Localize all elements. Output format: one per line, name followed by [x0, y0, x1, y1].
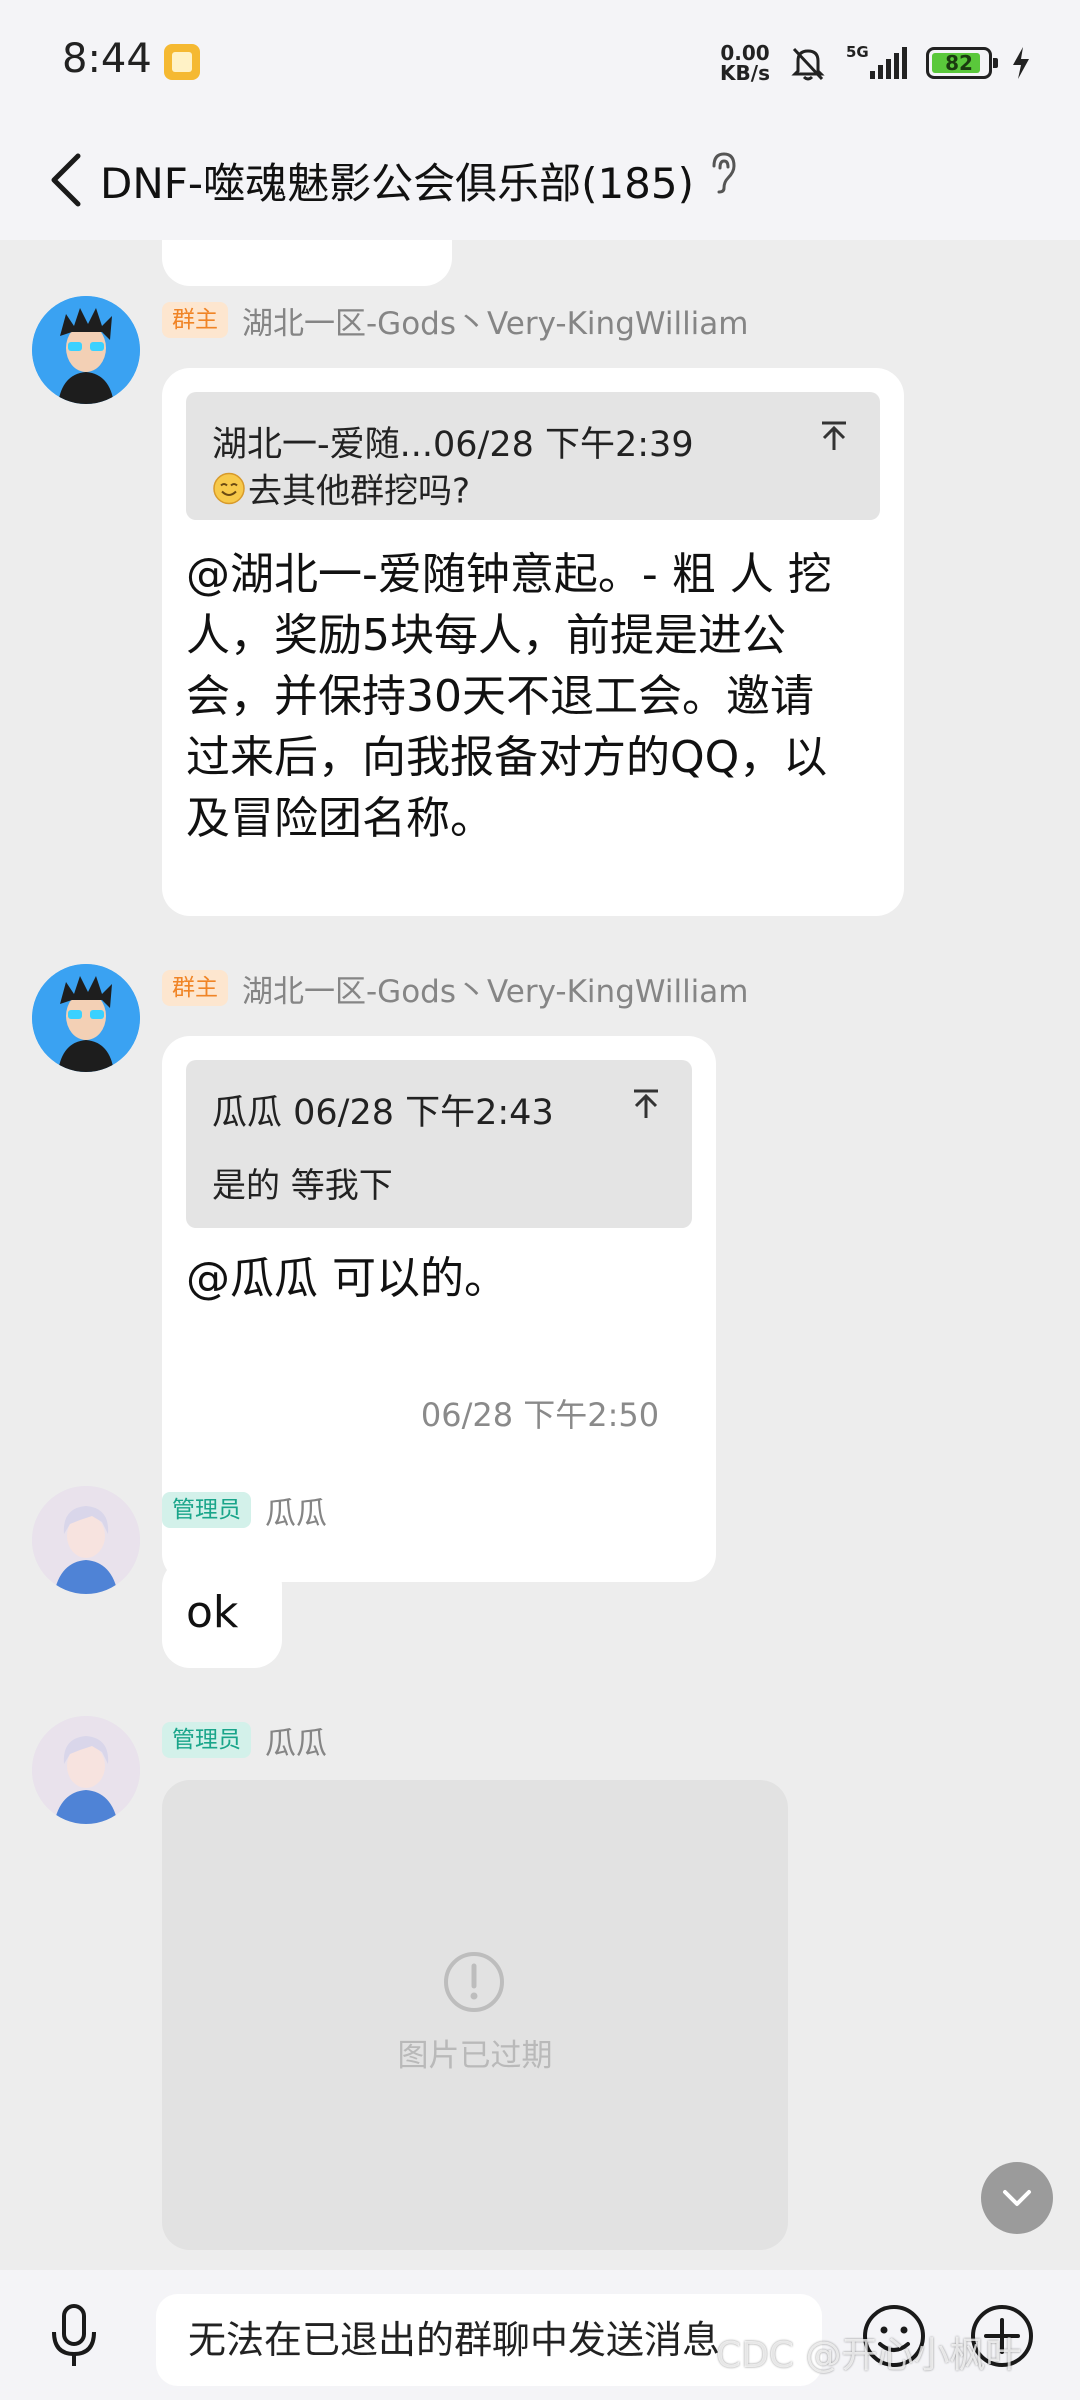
bell-muted-icon [788, 43, 828, 83]
message-text: @湖北一-爱随钟意起。- 粗 人 挖 人，奖励5块每人，前提是进公 会，并保持3… [186, 544, 886, 849]
net-speed-unit: KB/s [720, 61, 770, 85]
avatar[interactable] [32, 296, 140, 404]
signal-icon: 5G [846, 43, 908, 83]
message-line: @湖北一-爱随钟意起。- 粗 人 挖 [186, 549, 832, 600]
quote-header: 瓜瓜 06/28 下午2:43 [212, 1093, 554, 1133]
back-button[interactable] [36, 144, 96, 216]
alert-circle-icon [444, 1952, 504, 2012]
role-badge-admin: 管理员 [162, 1722, 251, 1758]
microphone-icon[interactable] [44, 2300, 104, 2376]
quote-body-text: 是的 等我下 [212, 1166, 393, 1206]
reply-quote[interactable]: 湖北一-爱随...06/28 下午2:39 去其他群挖吗? [186, 392, 880, 520]
sender-row: 群主 湖北一区-Gods丶Very-KingWilliam [162, 966, 749, 1011]
status-time: 8:44 [62, 36, 152, 82]
reply-quote[interactable]: 瓜瓜 06/28 下午2:43 是的 等我下 [186, 1060, 692, 1228]
status-bar: 8:44 0.00 KB/s 5G 82 [0, 0, 1080, 120]
notes-app-icon [164, 44, 200, 80]
scroll-to-bottom-button[interactable] [981, 2162, 1053, 2234]
net-speed-value: 0.00 [720, 41, 770, 65]
sender-name[interactable]: 瓜瓜 [265, 1488, 327, 1533]
sender-row: 管理员 瓜瓜 [162, 1488, 327, 1533]
earpiece-mode-icon[interactable] [706, 150, 742, 198]
quote-body-text: 去其他群挖吗? [248, 471, 471, 512]
message-bubble[interactable]: 湖北一-爱随...06/28 下午2:39 去其他群挖吗? @湖北一-爱随钟意起… [162, 368, 904, 916]
quote-body: 去其他群挖吗? [212, 464, 470, 513]
jump-to-original-icon[interactable] [628, 1086, 664, 1122]
quote-header: 湖北一-爱随...06/28 下午2:39 [212, 425, 694, 465]
quote-body: 是的 等我下 [212, 1158, 393, 1207]
message-line: 过来后，向我报备对方的QQ，以 [186, 732, 828, 783]
charging-icon [1010, 45, 1032, 81]
chevron-down-icon [1003, 2190, 1031, 2206]
expired-image[interactable]: 图片已过期 [162, 1780, 788, 2250]
watermark: CDC @开心小枫叶 [716, 2335, 1022, 2376]
jump-to-original-icon[interactable] [816, 418, 852, 454]
message-text: @瓜瓜 可以的。 [186, 1253, 508, 1304]
avatar[interactable] [32, 1486, 140, 1594]
timestamp: 06/28 下午2:50 [420, 1396, 660, 1434]
sender-name[interactable]: 湖北一区-Gods丶Very-KingWilliam [242, 966, 749, 1011]
role-badge-admin: 管理员 [162, 1492, 251, 1528]
role-badge-owner: 群主 [162, 970, 228, 1006]
battery-level: 82 [945, 51, 973, 75]
chat-header: DNF-噬魂魅影公会俱乐部(185) [0, 120, 1080, 240]
sender-name[interactable]: 湖北一区-Gods丶Very-KingWilliam [242, 298, 749, 343]
message-line: 人，奖励5块每人，前提是进公 [186, 610, 786, 661]
message-line: 及冒险团名称。 [186, 793, 494, 844]
net-speed: 0.00 KB/s [720, 43, 770, 83]
message-text: ok [186, 1587, 239, 1638]
status-indicators: 0.00 KB/s 5G 82 [720, 38, 1032, 88]
sender-row: 管理员 瓜瓜 [162, 1718, 327, 1763]
message-line: 会，并保持30天不退工会。邀请 [186, 671, 814, 722]
expired-image-label: 图片已过期 [397, 2038, 553, 2074]
sender-row: 群主 湖北一区-Gods丶Very-KingWilliam [162, 298, 749, 343]
chat-title[interactable]: DNF-噬魂魅影公会俱乐部(185) [100, 150, 694, 211]
chevron-left-icon [51, 153, 81, 207]
smile-emoji-icon [213, 472, 245, 504]
sender-name[interactable]: 瓜瓜 [265, 1718, 327, 1763]
network-type: 5G [846, 43, 869, 61]
avatar[interactable] [32, 964, 140, 1072]
message-bubble[interactable]: ok [162, 1558, 282, 1668]
message-list[interactable]: 群主 湖北一区-Gods丶Very-KingWilliam 湖北一-爱随...0… [0, 240, 1080, 2270]
battery-indicator: 82 [926, 47, 998, 79]
previous-message-bubble[interactable] [162, 240, 452, 286]
role-badge-owner: 群主 [162, 302, 228, 338]
avatar[interactable] [32, 1716, 140, 1824]
